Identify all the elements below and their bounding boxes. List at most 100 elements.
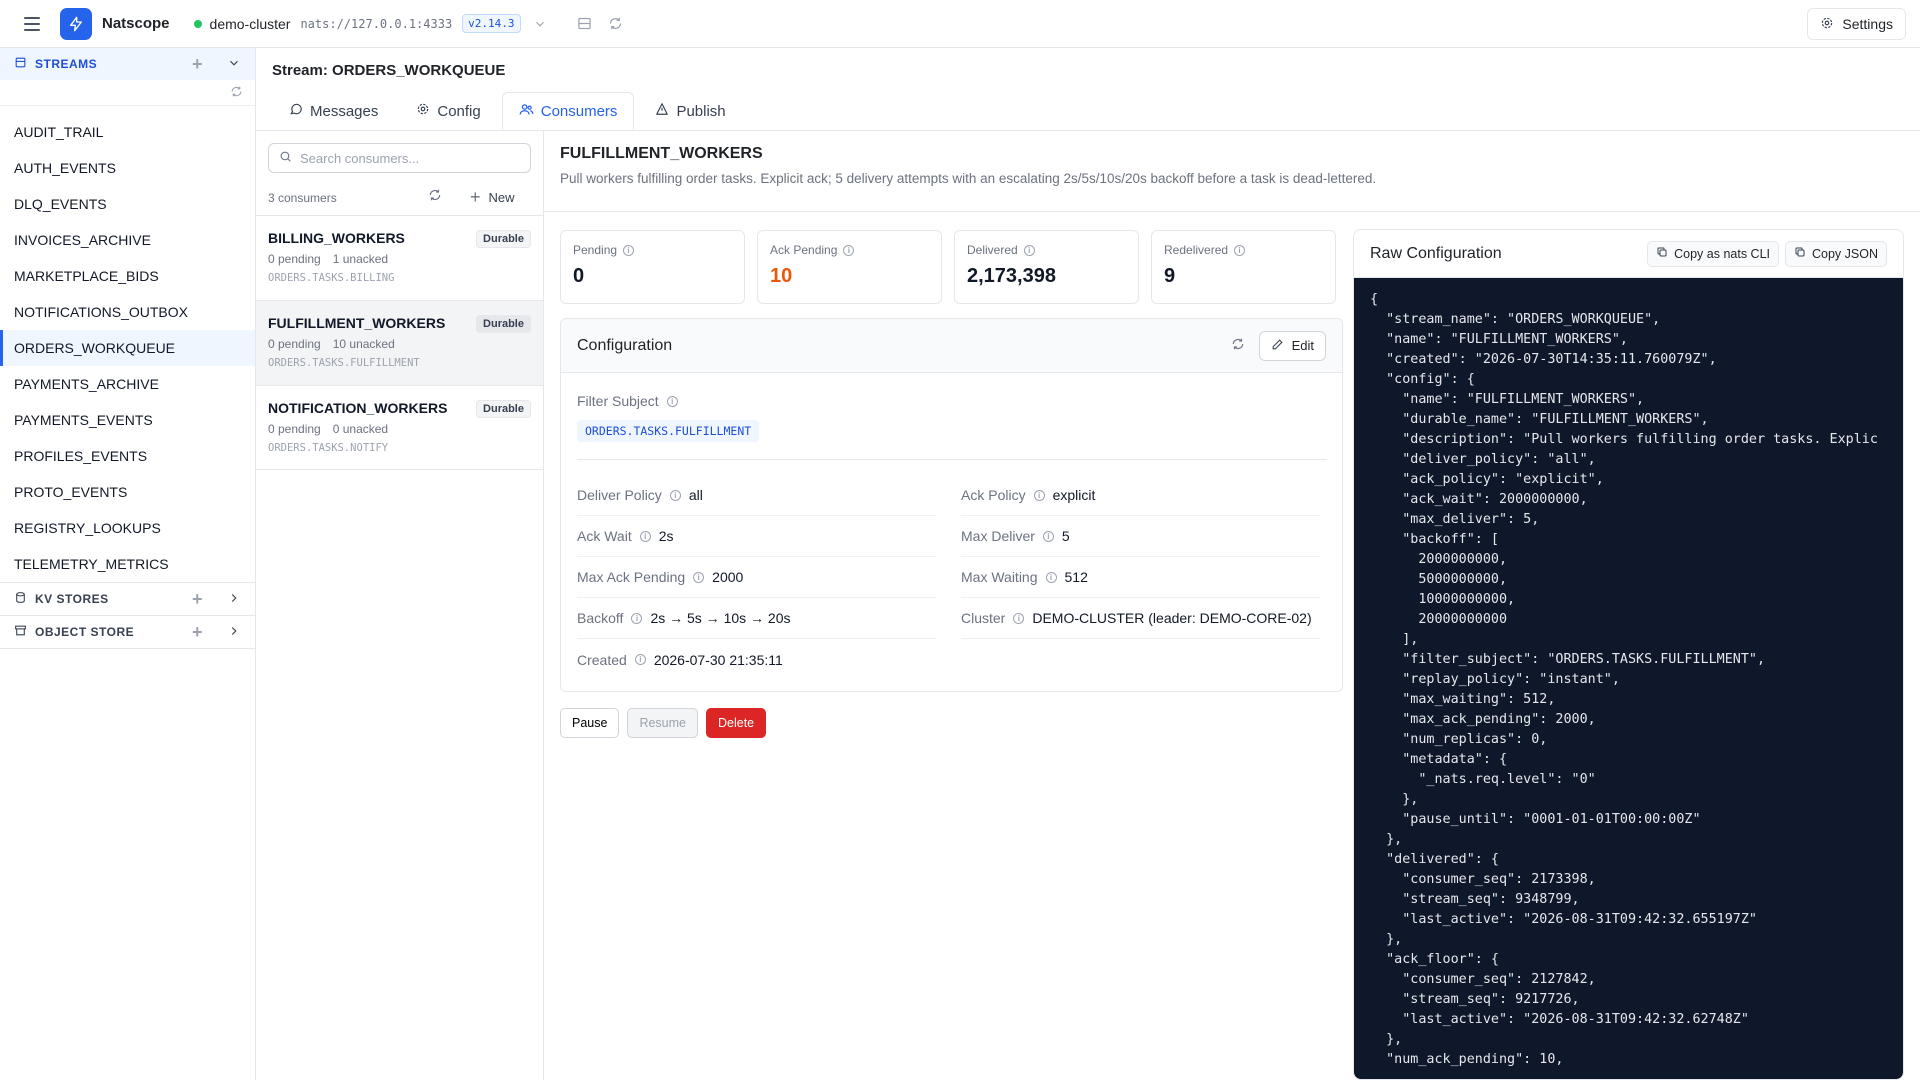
field-ack-policy: Ack Policy i explicit [961, 475, 1321, 516]
cluster-name[interactable]: demo-cluster [210, 16, 291, 32]
raw-configuration-panel: Raw Configuration Copy as nats CLI Copy … [1353, 229, 1904, 1080]
consumer-list-item[interactable]: BILLING_WORKERS Durable 0 pending 1 unack… [256, 215, 543, 300]
code-line: "config": { [1370, 372, 1475, 387]
info-icon: i [1023, 244, 1035, 256]
new-consumer-button[interactable]: + New [470, 187, 515, 208]
gear-icon [416, 102, 430, 120]
stat-delivered: Delivered i 2,173,398 [954, 230, 1139, 304]
field-max-ack-pending: Max Ack Pending i 2000 [577, 557, 937, 598]
refresh-icon[interactable] [428, 188, 442, 205]
plus-icon: + [470, 187, 481, 207]
code-line: "max_waiting": 512, [1370, 692, 1556, 707]
sidebar-item-stream-active[interactable]: ORDERS_WORKQUEUE [0, 330, 255, 366]
add-stream-icon[interactable]: + [192, 54, 203, 75]
app-name: Natscope [102, 15, 170, 32]
settings-button[interactable]: Settings [1807, 8, 1906, 40]
refresh-icon[interactable] [230, 85, 243, 101]
code-line: "consumer_seq": 2127842, [1370, 972, 1596, 987]
info-icon: i [693, 571, 705, 583]
kv-stores-label: KV STORES [35, 592, 109, 606]
sidebar-item-stream[interactable]: PAYMENTS_EVENTS [0, 402, 255, 438]
field-ack-wait: Ack Wait i 2s [577, 516, 937, 557]
object-store-section[interactable]: OBJECT STORE + [0, 615, 255, 648]
consumer-items: BILLING_WORKERS Durable 0 pending 1 unack… [256, 215, 543, 470]
resume-button[interactable]: Resume [627, 708, 698, 738]
info-icon: i [1234, 244, 1246, 256]
page-title: Stream: ORDERS_WORKQUEUE [272, 62, 506, 79]
search-icon [279, 150, 292, 166]
refresh-icon[interactable] [1231, 337, 1245, 354]
info-icon: i [843, 244, 855, 256]
raw-config-title: Raw Configuration [1370, 244, 1502, 262]
consumer-list-item-selected[interactable]: FULFILLMENT_WORKERS Durable 0 pending 10 … [256, 300, 543, 385]
sidebar-item-stream[interactable]: DLQ_EVENTS [0, 186, 255, 222]
field-cluster: Cluster i DEMO-CLUSTER (leader: DEMO-CORE-… [961, 598, 1321, 639]
sidebar-item-stream[interactable]: AUDIT_TRAIL [0, 114, 255, 150]
sidebar-item-stream[interactable]: PROFILES_EVENTS [0, 438, 255, 474]
chevron-down-icon[interactable] [533, 17, 547, 31]
sidebar-item-stream[interactable]: MARKETPLACE_BIDS [0, 258, 255, 294]
archive-icon [14, 624, 27, 640]
streams-section-header[interactable]: STREAMS + [0, 48, 255, 80]
refresh-streams-row [0, 80, 255, 106]
sidebar-item-stream[interactable]: INVOICES_ARCHIVE [0, 222, 255, 258]
copy-json-button[interactable]: Copy JSON [1785, 240, 1887, 267]
sidebar-item-stream[interactable]: REGISTRY_LOOKUPS [0, 510, 255, 546]
code-line: }, [1370, 932, 1403, 947]
durable-badge: Durable [476, 315, 531, 333]
consumer-actions: Pause Resume Delete [560, 708, 767, 738]
add-kv-icon[interactable]: + [192, 589, 203, 610]
consumer-list-item[interactable]: NOTIFICATION_WORKERS Durable 0 pending 0 … [256, 385, 543, 470]
main-panel: Stream: ORDERS_WORKQUEUE Messages Config… [256, 48, 1920, 1080]
info-icon: i [669, 489, 681, 501]
code-line: "durable_name": "FULFILLMENT_WORKERS", [1370, 412, 1709, 427]
edit-icon [1271, 338, 1284, 354]
code-line: "pause_until": "0001-01-01T00:00:00Z" [1370, 812, 1701, 827]
code-line: "replay_policy": "instant", [1370, 672, 1620, 687]
edit-button[interactable]: Edit [1258, 330, 1326, 361]
code-line: "filter_subject": "ORDERS.TASKS.FULFILLM… [1370, 652, 1766, 667]
chevron-right-icon[interactable] [227, 591, 241, 608]
code-line: "consumer_seq": 2173398, [1370, 872, 1596, 887]
durable-badge: Durable [476, 230, 531, 248]
info-icon: i [639, 530, 651, 542]
status-dot [193, 19, 202, 28]
code-line: "stream_seq": 9348799, [1370, 892, 1580, 907]
durable-badge: Durable [476, 400, 531, 418]
cluster-url: nats://127.0.0.1:4333 [300, 16, 453, 31]
raw-json-code[interactable]: { "stream_name": "ORDERS_WORKQUEUE", "na… [1354, 278, 1903, 1079]
sidebar-item-stream[interactable]: TELEMETRY_METRICS [0, 546, 255, 582]
tab-config[interactable]: Config [399, 92, 497, 130]
pause-button[interactable]: Pause [560, 708, 620, 738]
menu-icon[interactable] [20, 12, 44, 36]
sidebar-item-stream[interactable]: PROTO_EVENTS [0, 474, 255, 510]
code-line: "max_ack_pending": 2000, [1370, 712, 1596, 727]
info-icon: i [631, 612, 643, 624]
code-line: "stream_seq": 9217726, [1370, 992, 1580, 1007]
code-line: "last_active": "2026-08-31T09:42:32.6551… [1370, 912, 1757, 927]
refresh-icon[interactable] [608, 16, 623, 31]
tab-messages[interactable]: Messages [272, 92, 395, 130]
send-icon [655, 102, 669, 120]
code-line: 2000000000, [1370, 552, 1508, 567]
tab-publish[interactable]: Publish [638, 92, 742, 130]
sidebar-item-stream[interactable]: PAYMENTS_ARCHIVE [0, 366, 255, 402]
field-max-waiting: Max Waiting i 512 [961, 557, 1321, 598]
chevron-right-icon[interactable] [227, 624, 241, 641]
field-backoff: Backoff i 2s → 5s → 10s → 20s [577, 598, 937, 639]
kv-stores-section[interactable]: KV STORES + [0, 582, 255, 615]
code-line: "num_ack_pending": 10, [1370, 1052, 1564, 1067]
chevron-down-icon[interactable] [227, 56, 241, 73]
code-line: "backoff": [ [1370, 532, 1499, 547]
delete-button[interactable]: Delete [706, 708, 767, 738]
database-icon [14, 56, 27, 72]
sidebar-item-stream[interactable]: NOTIFICATIONS_OUTBOX [0, 294, 255, 330]
tab-consumers[interactable]: Consumers [501, 92, 635, 130]
layout-icon[interactable] [577, 16, 592, 31]
copy-icon [1794, 246, 1806, 261]
copy-cli-button[interactable]: Copy as nats CLI [1647, 240, 1779, 267]
sidebar-item-stream[interactable]: AUTH_EVENTS [0, 150, 255, 186]
consumer-search-input[interactable] [300, 150, 520, 166]
add-object-icon[interactable]: + [192, 622, 203, 643]
tab-bar: Messages Config Consumers Publish [272, 92, 743, 130]
